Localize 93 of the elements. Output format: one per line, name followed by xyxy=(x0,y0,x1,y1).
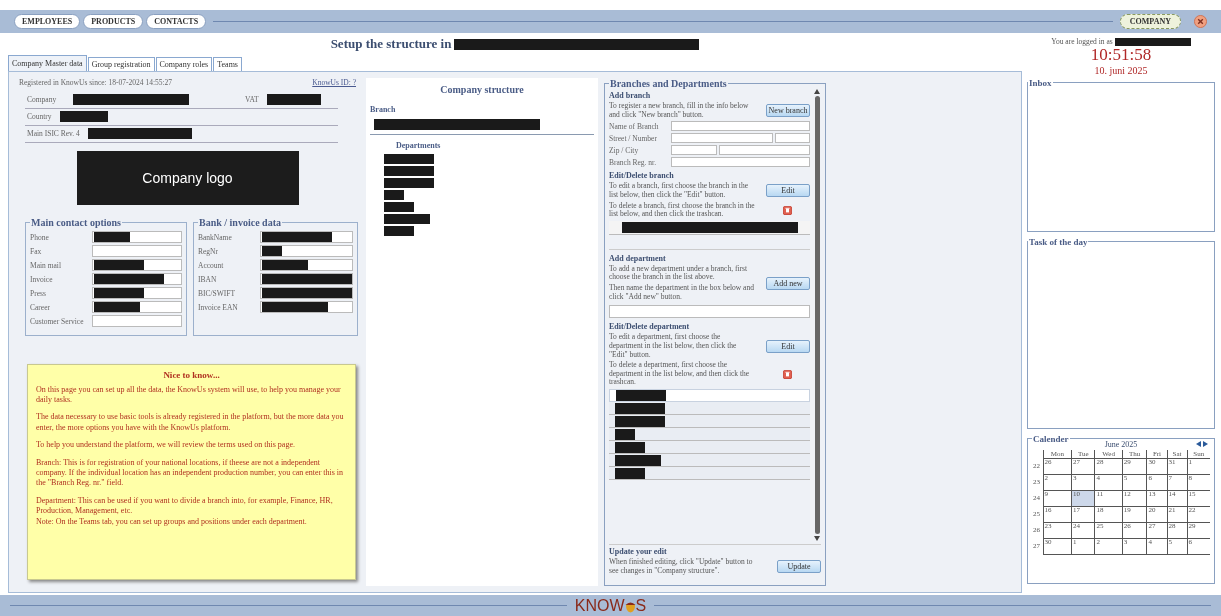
nav-tab[interactable]: CONTACTS xyxy=(146,14,207,29)
note-paragraph: On this page you can set up all the data, the KnowUs system will use, to help you manage your daily tasks. xyxy=(36,384,342,406)
note-paragraph: Department: This can be used if you want to divide a branch into, for example, Finance, HR, Production, Management, etc. Note: On the Teams tab, you can set up groups and positions under each department. xyxy=(36,495,334,527)
tab[interactable]: Teams xyxy=(213,57,242,71)
text-field[interactable] xyxy=(719,145,810,156)
text-field[interactable] xyxy=(774,133,810,144)
logo-text: KNOW xyxy=(574,596,625,615)
redaction-bar xyxy=(94,302,140,312)
redaction-bar xyxy=(262,232,332,242)
tab[interactable]: Company roles xyxy=(155,57,213,71)
department-list-item[interactable] xyxy=(609,415,810,428)
new-branch-button[interactable]: New branch xyxy=(766,104,810,118)
logo-text: S xyxy=(635,596,647,615)
update-button[interactable]: Update xyxy=(777,560,821,574)
panel-title: Main contact options xyxy=(30,217,122,228)
trash-icon[interactable] xyxy=(783,369,792,379)
redaction-bar xyxy=(384,190,404,200)
text-field[interactable] xyxy=(671,133,773,144)
scroll-down-icon[interactable] xyxy=(814,536,820,541)
text-field[interactable] xyxy=(260,259,353,271)
redaction-bar xyxy=(94,260,144,270)
department-name-field[interactable] xyxy=(609,305,810,319)
redaction-bar xyxy=(262,302,328,312)
text-field[interactable] xyxy=(92,315,182,327)
department-list-item[interactable] xyxy=(609,467,810,480)
section-heading: Add department xyxy=(609,253,667,263)
redaction-bar xyxy=(94,288,144,298)
branch-label: Branch xyxy=(370,105,397,114)
text-field[interactable] xyxy=(260,245,353,257)
redaction-bar xyxy=(384,226,414,236)
section-heading: Edit/Delete department xyxy=(609,322,691,332)
section-heading: Add branch xyxy=(609,91,652,100)
tab[interactable]: Company Master data xyxy=(8,55,87,71)
section-heading: Edit/Delete branch xyxy=(609,171,675,181)
panel-title: Branches and Departments xyxy=(609,78,728,89)
text-field[interactable] xyxy=(92,231,182,243)
next-month-icon[interactable] xyxy=(1203,440,1208,447)
calendar-month: June 2025 xyxy=(1104,439,1138,449)
text-field[interactable] xyxy=(92,287,182,299)
clock-date: 10. juni 2025 xyxy=(1093,64,1149,76)
redaction-bar xyxy=(384,154,434,164)
redaction-bar xyxy=(384,202,414,212)
company-button[interactable]: COMPANY xyxy=(1119,14,1181,29)
section-heading: Update your edit xyxy=(609,547,668,556)
text-field[interactable] xyxy=(260,231,353,243)
close-icon[interactable] xyxy=(1194,15,1207,28)
edit-button[interactable]: Edit xyxy=(766,184,810,198)
scrollbar-thumb[interactable] xyxy=(814,96,820,534)
redaction-bar xyxy=(266,94,321,105)
department-list-item[interactable] xyxy=(609,454,810,467)
clock-time: 10:51:58 xyxy=(1090,46,1153,65)
redaction-bar xyxy=(615,402,665,414)
note-title: Nice to know... xyxy=(162,370,221,382)
redaction-bar xyxy=(384,178,434,188)
tab[interactable]: Group registration xyxy=(87,57,155,71)
redaction-bar xyxy=(59,111,108,122)
department-list-item[interactable] xyxy=(609,428,810,441)
add-new-button[interactable]: Add new xyxy=(766,276,810,290)
department-list-item[interactable] xyxy=(609,402,810,415)
text-field[interactable] xyxy=(92,259,182,271)
redaction-bar xyxy=(94,232,130,242)
note-paragraph: The data necessary to use basic tools is already registered in the platform, but the more data you enter, the more options you have with the KnowUs platform. xyxy=(36,412,345,434)
panel-title: Company structure xyxy=(439,84,525,95)
department-list-item[interactable] xyxy=(609,389,810,402)
panel-title: Calender xyxy=(1032,433,1070,444)
panel-title: Task of the day xyxy=(1028,236,1089,247)
nav-tab[interactable]: EMPLOYEES xyxy=(14,14,81,29)
redaction-bar xyxy=(384,166,434,176)
note-paragraph: Branch: This is for registration of your national locations, if theese are not a independent company. If the individual location has an independent production number, you can enter this in the "Branch Reg. nr." field. xyxy=(36,457,345,489)
text-field[interactable] xyxy=(92,301,182,313)
text-field[interactable] xyxy=(260,301,353,313)
text-field[interactable] xyxy=(92,245,182,257)
note-paragraph: To help you understand the platform, we will review the terms used on this page. xyxy=(36,440,296,451)
redaction-bar xyxy=(262,246,282,256)
redaction-bar xyxy=(616,390,666,401)
text-field[interactable] xyxy=(671,145,718,156)
edit-button[interactable]: Edit xyxy=(766,339,810,353)
page-title: Setup the structure in xyxy=(330,36,452,52)
previous-month-icon[interactable] xyxy=(1196,440,1201,447)
text-field[interactable] xyxy=(671,121,810,132)
redaction-bar xyxy=(384,214,430,224)
department-list-item[interactable] xyxy=(609,441,810,454)
redaction-bar xyxy=(94,274,164,284)
panel-title: Bank / invoice data xyxy=(198,217,282,228)
panel-title: Inbox xyxy=(1028,77,1053,88)
redaction-bar xyxy=(262,260,308,270)
text-field[interactable] xyxy=(92,273,182,285)
trash-icon[interactable] xyxy=(783,205,792,215)
text-field[interactable] xyxy=(671,157,810,168)
scroll-up-icon[interactable] xyxy=(814,89,820,94)
nav-tab[interactable]: PRODUCTS xyxy=(83,14,144,29)
departments-label: Departments xyxy=(395,140,442,152)
logo-text: Company logo xyxy=(142,170,233,186)
